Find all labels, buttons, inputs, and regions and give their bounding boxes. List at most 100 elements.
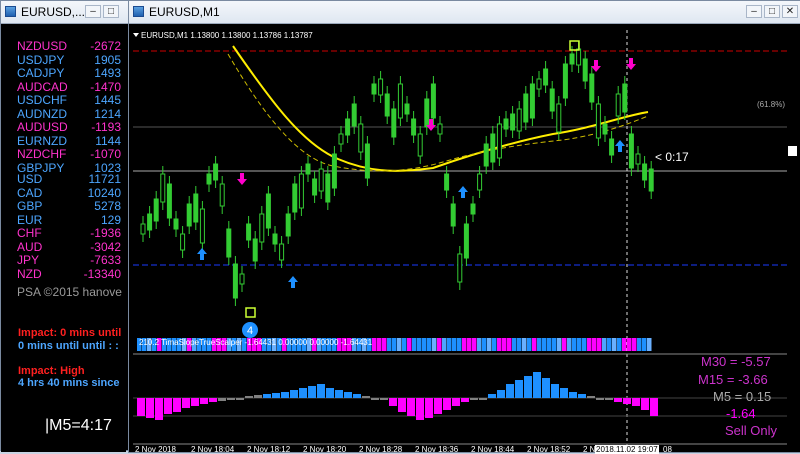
histogram-bar	[542, 378, 550, 398]
impact-line-4: 4 hrs 40 mins since	[18, 377, 120, 389]
strip-cell	[627, 338, 632, 351]
strip-cell	[407, 338, 412, 351]
candle-body	[463, 223, 469, 259]
maximize-button[interactable]: □	[764, 5, 780, 18]
currency-strength-panel: NZDUSD -2672 USDJPY 1905 CADJPY 1493 AUDCAD -14…	[1, 24, 126, 452]
left-window-title: EURUSD,...	[21, 5, 86, 19]
strip-cell	[502, 338, 507, 351]
main-chart-window[interactable]: EURUSD,M1 – □ ✕ 4 EURUSD,M1 1.13800 1.13…	[128, 0, 800, 454]
candle-body	[206, 173, 212, 185]
histogram-bar	[326, 388, 334, 398]
candle-body	[576, 48, 582, 66]
strip-cell	[457, 338, 462, 351]
candle-body	[628, 133, 634, 169]
time-tick-label: 2 Nov 18:12	[247, 445, 291, 454]
histogram-bar	[416, 398, 424, 420]
strip-cell	[562, 338, 567, 351]
candle-body	[642, 163, 648, 181]
candle-body	[510, 113, 516, 131]
chart-icon	[5, 6, 16, 17]
candle-body	[543, 68, 549, 86]
candle-body	[635, 153, 641, 165]
time-tick-label: 2 Nov 18:04	[191, 445, 235, 454]
candle-body	[602, 123, 608, 135]
left-chart-window[interactable]: EURUSD,... – □ NZDUSD -2672 USDJPY 1905 CADJ…	[0, 0, 129, 452]
candle-body	[312, 178, 318, 196]
currency-row-value: -13340	[83, 266, 121, 281]
price-chart[interactable]: 4	[133, 24, 787, 450]
time-tick-label: 2 Nov 18:44	[471, 445, 515, 454]
histogram-bar	[380, 398, 388, 400]
candle-body	[272, 233, 278, 245]
histogram-bar	[344, 392, 352, 398]
candle-body	[437, 123, 443, 135]
strip-cell	[577, 338, 582, 351]
m30-value: M30 = -5.57	[701, 354, 771, 369]
histogram-bar	[254, 395, 262, 398]
strip-cell	[642, 338, 647, 351]
histogram-bar	[641, 398, 649, 410]
symbol-ohlc-label: EURUSD,M1 1.13800 1.13800 1.13786 1.1378…	[141, 31, 313, 40]
strip-cell	[492, 338, 497, 351]
candle-body	[622, 83, 628, 113]
pair-row-symbol: AUDNZD	[17, 106, 67, 121]
candle-body	[444, 173, 450, 191]
strip-cell	[452, 338, 457, 351]
histogram-bar	[164, 398, 172, 414]
impact-line-2: 0 mins until until : :	[18, 340, 119, 352]
strip-cell	[607, 338, 612, 351]
candle-body	[199, 208, 205, 244]
candle-body	[246, 223, 252, 241]
strip-cell	[542, 338, 547, 351]
candle-body	[378, 78, 384, 96]
strip-cell	[392, 338, 397, 351]
histogram-bar	[236, 398, 244, 400]
close-button[interactable]: ✕	[782, 5, 798, 18]
maximize-button[interactable]: □	[103, 5, 119, 18]
left-window-titlebar[interactable]: EURUSD,... – □	[1, 1, 128, 24]
main-window-title: EURUSD,M1	[149, 5, 220, 19]
candle-body	[252, 238, 258, 262]
candle-body	[265, 193, 271, 229]
candle-body	[430, 83, 436, 119]
strip-cell	[507, 338, 512, 351]
candle-body	[470, 203, 476, 215]
histogram-bar	[317, 384, 325, 398]
candle-body	[153, 198, 159, 222]
pair-row-symbol: USDCHF	[17, 93, 67, 107]
candle-body	[457, 253, 463, 283]
strip-cell	[512, 338, 517, 351]
strip-cell	[567, 338, 572, 351]
candle-body	[232, 263, 238, 299]
candle-body	[173, 218, 179, 230]
pair-row-value: -1070	[90, 147, 121, 161]
strip-cell	[647, 338, 652, 351]
strip-cell	[422, 338, 427, 351]
candle-body	[562, 63, 568, 99]
histogram-bar	[362, 396, 370, 398]
histogram-bar	[290, 390, 298, 398]
price-scale[interactable]	[787, 24, 797, 450]
pair-row-symbol: AUDCAD	[17, 79, 68, 94]
indicator-value: -1.64	[726, 406, 756, 421]
time-tick-label: 2 Nov 18:36	[415, 445, 459, 454]
main-window-titlebar[interactable]: EURUSD,M1 – □ ✕	[129, 1, 800, 24]
histogram-bar	[353, 394, 361, 398]
candle-body	[417, 133, 423, 157]
minimize-button[interactable]: –	[85, 5, 101, 18]
histogram-bar	[218, 398, 226, 401]
histogram-bar	[272, 393, 280, 398]
psa-copyright: PSA ©2015 hanove	[17, 285, 122, 299]
minimize-button[interactable]: –	[746, 5, 762, 18]
histogram-bar	[632, 398, 640, 406]
candle-body	[325, 173, 331, 203]
candle-body	[516, 108, 522, 132]
collapse-arrow-icon[interactable]	[133, 33, 139, 37]
candle-body	[239, 273, 245, 285]
m15-value: M15 = -3.66	[698, 372, 768, 387]
indicator-header: 210.2 TimaSlopeTrueScalper -1.64431 0.00…	[139, 338, 373, 347]
currency-row-value: 5278	[94, 199, 121, 213]
chart-icon	[133, 6, 144, 17]
strip-cell	[602, 338, 607, 351]
histogram-bar	[524, 376, 532, 398]
